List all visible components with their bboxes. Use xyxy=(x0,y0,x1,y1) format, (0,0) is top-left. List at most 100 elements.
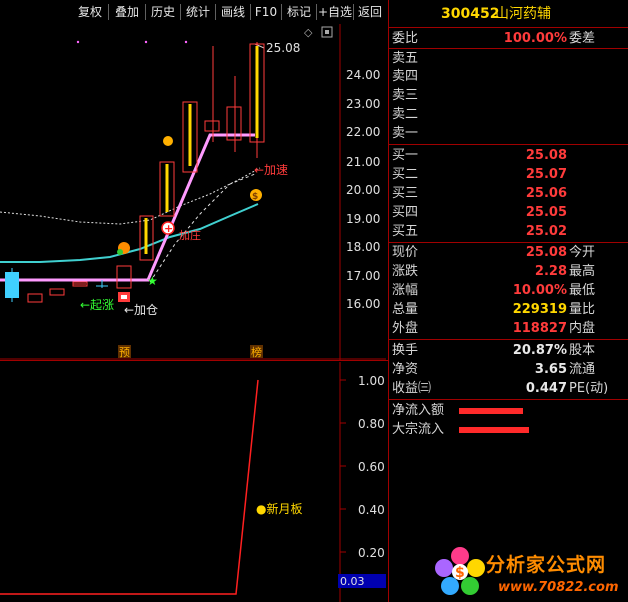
price-tick: 17.00 xyxy=(346,269,380,283)
weicha-label: 委差 xyxy=(569,31,596,46)
buy-label: 买四 xyxy=(392,205,419,220)
extra-label2: PE(动) xyxy=(569,381,609,396)
buy-price: 25.05 xyxy=(525,205,567,220)
buy-row[interactable]: 买一 25.08 xyxy=(389,147,628,165)
price-tick: 16.00 xyxy=(346,297,380,311)
indicator-chart[interactable]: 1.00 0.80 0.60 0.40 0.20 ●新月板 0.03 xyxy=(0,362,386,602)
annotation-rise-start: ←起涨 xyxy=(80,297,114,312)
indicator-tick: 0.80 xyxy=(358,417,385,431)
extra-label: 收益㈢ xyxy=(392,381,432,396)
block-inflow-bar xyxy=(459,427,529,433)
diamond-icon[interactable]: ◇ xyxy=(304,26,313,39)
history-button[interactable]: 历史 xyxy=(146,3,180,21)
net-inflow-bar xyxy=(459,408,523,414)
stat-label2: 最高 xyxy=(569,264,596,279)
marker-pre: 预 xyxy=(119,346,130,359)
sell-label: 卖五 xyxy=(392,51,419,66)
flow-row: 大宗流入 xyxy=(389,421,628,439)
candle-up xyxy=(204,120,220,132)
candle-up xyxy=(49,288,65,296)
extra-label: 净资 xyxy=(392,362,419,377)
annotation-add-position: ←加仓 xyxy=(124,303,158,317)
ma-dotted-line xyxy=(0,167,261,225)
buy-row[interactable]: 买四 25.05 xyxy=(389,204,628,222)
indicator-tick: 0.60 xyxy=(358,460,385,474)
stat-value: 118827 xyxy=(512,321,567,336)
extra-value: 3.65 xyxy=(534,362,567,377)
sell-row: 卖三 xyxy=(389,87,628,105)
stat-row: 外盘 118827 内盘 xyxy=(389,320,628,338)
ma-cyan-line xyxy=(0,203,259,263)
marker-list: 榜 xyxy=(251,345,262,359)
buy-price: 25.07 xyxy=(525,167,567,182)
kline-chart[interactable]: ◇ 25.08 24.00 23.00 22.00 21.00 20.00 19… xyxy=(0,24,386,360)
indicator-tick: 0.20 xyxy=(358,546,385,560)
sell-label: 卖四 xyxy=(392,69,419,84)
flow-row: 净流入额 xyxy=(389,402,628,420)
sell-label: 卖三 xyxy=(392,88,419,103)
stat-row: 总量 229319 量比 xyxy=(389,301,628,319)
stock-code: 300452 xyxy=(441,6,500,22)
buy-label: 买一 xyxy=(392,148,419,163)
buy-label: 买五 xyxy=(392,224,419,239)
stock-name: 山河药辅 xyxy=(495,6,551,22)
extra-row: 净资 3.65 流通 xyxy=(389,361,628,379)
logo-url: www.70822.com xyxy=(498,580,619,595)
extra-label2: 股本 xyxy=(569,343,596,358)
divider xyxy=(389,144,628,145)
stat-label: 现价 xyxy=(392,245,419,260)
annotation-jiazhuang: 加庄 xyxy=(179,228,201,242)
indicator-current-value: 0.03 xyxy=(340,575,365,588)
price-tick: 19.00 xyxy=(346,212,380,226)
chart-divider xyxy=(0,360,388,361)
overlay-button[interactable]: 叠加 xyxy=(109,3,145,21)
stat-label: 总量 xyxy=(392,302,419,317)
sell-row: 卖二 xyxy=(389,106,628,124)
stat-label2: 量比 xyxy=(569,302,596,317)
f10-button[interactable]: F10 xyxy=(251,3,281,21)
buy-row[interactable]: 买五 25.02 xyxy=(389,223,628,241)
sell-label: 卖二 xyxy=(392,107,419,122)
statistics-button[interactable]: 统计 xyxy=(181,3,215,21)
stat-label2: 今开 xyxy=(569,245,596,260)
mark-button[interactable]: 标记 xyxy=(282,3,316,21)
sell-label: 卖一 xyxy=(392,126,419,141)
stat-row: 现价 25.08 今开 xyxy=(389,244,628,262)
sell-row: 卖四 xyxy=(389,68,628,86)
stat-value: 2.28 xyxy=(534,264,567,279)
back-button[interactable]: 返回 xyxy=(354,3,386,21)
star-icon: ★ xyxy=(147,274,158,288)
stat-label: 涨幅 xyxy=(392,283,419,298)
extra-row: 收益㈢ 0.447 PE(动) xyxy=(389,380,628,398)
stat-row: 涨幅 10.00% 最低 xyxy=(389,282,628,300)
price-tick: 18.00 xyxy=(346,240,380,254)
stat-value: 25.08 xyxy=(525,245,567,260)
buy-row[interactable]: 买三 25.06 xyxy=(389,185,628,203)
flower-logo-icon: $ xyxy=(435,547,485,595)
candle-up xyxy=(116,265,132,289)
flow-label: 净流入额 xyxy=(392,403,445,418)
divider xyxy=(389,339,628,340)
buy-label: 买三 xyxy=(392,186,419,201)
signal-dot xyxy=(184,40,188,44)
extra-label: 换手 xyxy=(392,343,419,358)
stat-value: 10.00% xyxy=(512,283,567,298)
draw-line-button[interactable]: 画线 xyxy=(216,3,250,21)
money-bag-glyph: $ xyxy=(252,192,258,202)
add-favorite-button[interactable]: +自选 xyxy=(317,3,353,21)
quote-panel: 300452 山河药辅 委比 100.00% 委差 卖五 卖四 卖三 卖二 卖一… xyxy=(388,0,628,602)
extra-value: 0.447 xyxy=(525,381,567,396)
signal-dot xyxy=(144,40,148,44)
buy-price: 25.02 xyxy=(525,224,567,239)
fuquan-button[interactable]: 复权 xyxy=(72,3,108,21)
house-icon-window xyxy=(121,295,127,299)
buy-price: 25.06 xyxy=(525,186,567,201)
window-toggle-inner xyxy=(325,30,329,34)
buy-price: 25.08 xyxy=(525,148,567,163)
buy-row[interactable]: 买二 25.07 xyxy=(389,166,628,184)
extra-value: 20.87% xyxy=(512,343,567,358)
stat-value: 229319 xyxy=(512,302,567,317)
plus-badge-glyph: + xyxy=(164,222,173,235)
annotation-speed-up: ←加速 xyxy=(254,163,288,177)
watermark-logo: $ 分析家公式网 www.70822.com xyxy=(430,540,628,602)
